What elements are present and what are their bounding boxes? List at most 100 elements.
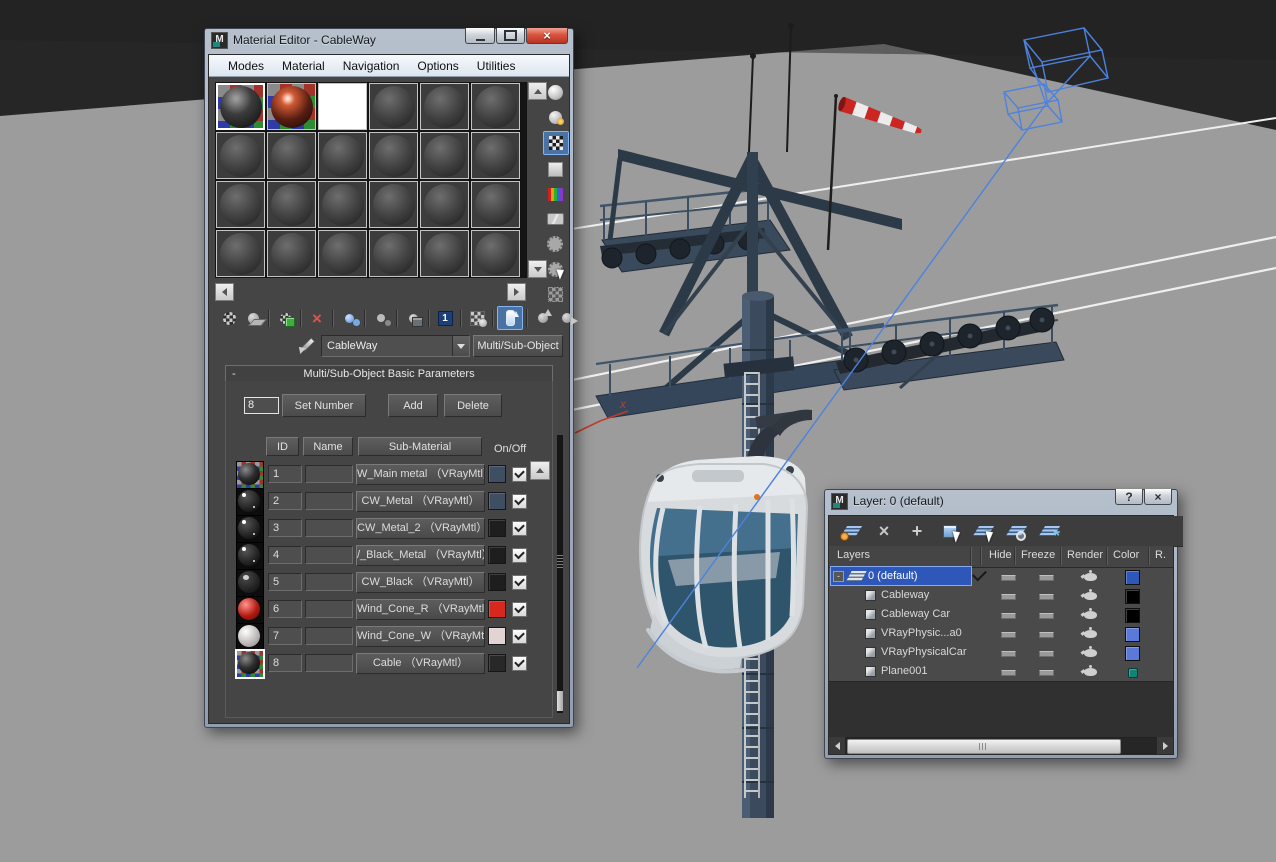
material-sample-slot[interactable] bbox=[369, 181, 418, 228]
material-sample-slot[interactable] bbox=[267, 181, 316, 228]
layer-color-swatch[interactable] bbox=[1125, 646, 1140, 661]
highlight-selected-objects-layers-icon[interactable] bbox=[1004, 520, 1028, 542]
render-toggle-icon[interactable] bbox=[1084, 630, 1097, 638]
add-button[interactable]: Add bbox=[388, 394, 438, 417]
on-off-checkbox[interactable] bbox=[512, 602, 527, 617]
backlight-icon[interactable] bbox=[543, 106, 567, 128]
hide-toggle[interactable] bbox=[1001, 670, 1016, 676]
freeze-toggle[interactable] bbox=[1039, 632, 1054, 638]
material-preview[interactable] bbox=[236, 461, 264, 489]
material-sample-slot[interactable] bbox=[420, 132, 469, 179]
hide-toggle[interactable] bbox=[1001, 651, 1016, 657]
make-unique-icon[interactable] bbox=[369, 307, 393, 329]
material-sample-slot[interactable] bbox=[267, 83, 316, 130]
video-color-check-icon[interactable] bbox=[543, 183, 567, 205]
pick-material-from-object-icon[interactable] bbox=[297, 336, 315, 354]
get-material-icon[interactable] bbox=[217, 307, 241, 329]
sub-material-button[interactable]: /_Black_Metal （VRayMtl） bbox=[356, 545, 485, 566]
material-preview[interactable] bbox=[236, 542, 264, 570]
menu-options[interactable]: Options bbox=[408, 57, 467, 75]
on-off-checkbox[interactable] bbox=[512, 629, 527, 644]
expand-toggle[interactable]: - bbox=[833, 571, 844, 582]
show-end-result-icon[interactable] bbox=[497, 306, 523, 330]
layer-hscrollbar[interactable] bbox=[829, 737, 1173, 754]
layer-color-swatch[interactable] bbox=[1125, 608, 1140, 623]
on-off-checkbox[interactable] bbox=[512, 548, 527, 563]
sort-by-id-button[interactable]: ID bbox=[266, 437, 299, 456]
color-swatch[interactable] bbox=[488, 519, 506, 537]
scroll-left-button[interactable] bbox=[829, 737, 845, 754]
go-to-parent-icon[interactable] bbox=[531, 307, 555, 329]
material-sample-slot[interactable] bbox=[420, 181, 469, 228]
color-swatch[interactable] bbox=[488, 627, 506, 645]
menu-utilities[interactable]: Utilities bbox=[468, 57, 525, 75]
name-field[interactable] bbox=[305, 627, 353, 645]
hide-toggle[interactable] bbox=[1001, 575, 1016, 581]
menu-navigation[interactable]: Navigation bbox=[334, 57, 409, 75]
material-preview[interactable] bbox=[236, 596, 264, 624]
put-material-to-scene-icon[interactable] bbox=[241, 307, 265, 329]
menu-modes[interactable]: Modes bbox=[219, 57, 273, 75]
freeze-toggle[interactable] bbox=[1039, 651, 1054, 657]
layer-color-swatch[interactable] bbox=[1125, 570, 1140, 585]
material-sample-slot[interactable] bbox=[369, 83, 418, 130]
column-header-layers[interactable]: Layers bbox=[837, 549, 870, 561]
make-preview-icon[interactable] bbox=[543, 208, 567, 230]
material-preview[interactable] bbox=[236, 569, 264, 597]
id-field[interactable]: 5 bbox=[268, 573, 302, 591]
sample-type-icon[interactable] bbox=[543, 81, 567, 103]
id-field[interactable]: 2 bbox=[268, 492, 302, 510]
material-map-navigator-icon[interactable] bbox=[543, 283, 567, 305]
color-swatch[interactable] bbox=[488, 465, 506, 483]
column-header-freeze[interactable]: Freeze bbox=[1021, 549, 1055, 561]
dropdown-arrow-icon[interactable] bbox=[452, 336, 469, 356]
hide-toggle[interactable] bbox=[1001, 594, 1016, 600]
layer-name-cell[interactable]: VRayPhysicalCar bbox=[865, 643, 1005, 661]
column-header-color[interactable]: Color bbox=[1113, 549, 1139, 561]
layer-name-cell[interactable]: Cableway bbox=[865, 586, 1005, 604]
minimize-button[interactable] bbox=[465, 28, 495, 44]
layer-color-swatch[interactable] bbox=[1125, 589, 1140, 604]
color-swatch[interactable] bbox=[488, 546, 506, 564]
material-sample-slot[interactable] bbox=[318, 230, 367, 277]
sort-by-name-button[interactable]: Name bbox=[303, 437, 353, 456]
color-swatch[interactable] bbox=[488, 492, 506, 510]
freeze-toggle[interactable] bbox=[1039, 594, 1054, 600]
help-button[interactable]: ? bbox=[1115, 489, 1143, 505]
color-swatch[interactable] bbox=[488, 573, 506, 591]
material-sample-slot[interactable] bbox=[369, 230, 418, 277]
on-off-checkbox[interactable] bbox=[512, 521, 527, 536]
column-header-hide[interactable]: Hide bbox=[989, 549, 1012, 561]
layer-hscrollbar-thumb[interactable] bbox=[847, 739, 1121, 754]
maximize-button[interactable] bbox=[496, 28, 525, 44]
color-swatch[interactable] bbox=[488, 600, 506, 618]
material-type-button[interactable]: Multi/Sub-Object bbox=[473, 335, 563, 357]
render-toggle-icon[interactable] bbox=[1084, 573, 1097, 581]
material-sample-slot[interactable] bbox=[267, 132, 316, 179]
material-preview[interactable] bbox=[236, 515, 264, 543]
column-header-r[interactable]: R. bbox=[1155, 549, 1166, 561]
name-field[interactable] bbox=[305, 654, 353, 672]
material-sample-slot[interactable] bbox=[216, 132, 265, 179]
close-button[interactable]: × bbox=[526, 28, 568, 44]
assign-material-to-selection-icon[interactable] bbox=[273, 307, 297, 329]
menu-material[interactable]: Material bbox=[273, 57, 334, 75]
layer-name-cell[interactable]: VRayPhysic...a0 bbox=[865, 624, 1005, 642]
material-sample-slot[interactable] bbox=[216, 230, 265, 277]
on-off-checkbox[interactable] bbox=[512, 467, 527, 482]
material-sample-slot[interactable] bbox=[471, 83, 520, 130]
material-name-dropdown[interactable]: CableWay bbox=[321, 335, 470, 357]
panel-scrollbar[interactable] bbox=[557, 435, 563, 713]
material-editor-titlebar[interactable]: M Material Editor - CableWay × bbox=[205, 29, 573, 51]
on-off-checkbox[interactable] bbox=[512, 575, 527, 590]
put-to-library-icon[interactable] bbox=[401, 307, 425, 329]
sort-by-submaterial-button[interactable]: Sub-Material bbox=[358, 437, 482, 456]
freeze-toggle[interactable] bbox=[1039, 670, 1054, 676]
name-field[interactable] bbox=[305, 519, 353, 537]
name-field[interactable] bbox=[305, 546, 353, 564]
material-sample-slot[interactable] bbox=[471, 181, 520, 228]
material-sample-slot[interactable] bbox=[471, 132, 520, 179]
select-layer-by-object-icon[interactable] bbox=[971, 520, 995, 542]
list-scroll-up-button[interactable] bbox=[530, 461, 550, 480]
sub-material-button[interactable]: CW_Metal （VRayMtl） bbox=[356, 491, 485, 512]
